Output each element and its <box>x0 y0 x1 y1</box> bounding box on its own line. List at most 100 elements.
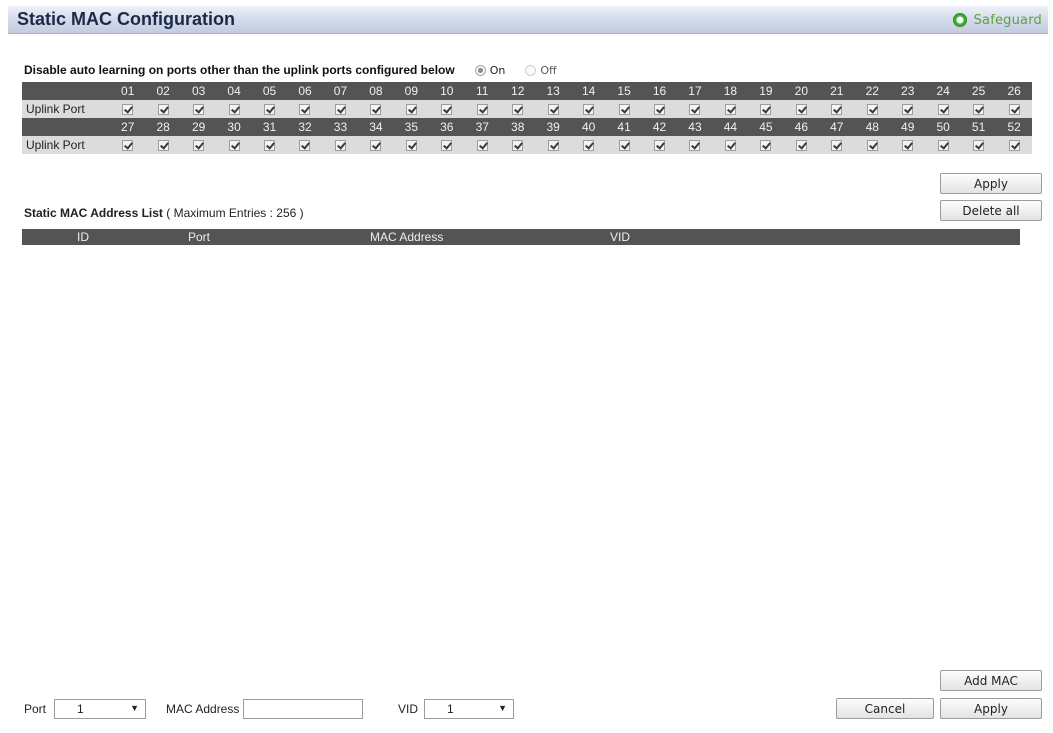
uplink-port-checkbox[interactable] <box>299 140 311 152</box>
uplink-port-checkbox[interactable] <box>795 104 807 116</box>
vid-select[interactable]: 1 ▼ <box>424 699 515 719</box>
uplink-port-cell <box>110 136 146 154</box>
auto-learning-off-option[interactable]: Off <box>525 64 557 77</box>
uplink-checkbox-row: Uplink Port <box>22 136 1032 154</box>
uplink-port-checkbox[interactable] <box>193 140 205 152</box>
uplink-port-checkbox[interactable] <box>405 104 417 116</box>
uplink-port-checkbox[interactable] <box>760 140 772 152</box>
uplink-port-checkbox[interactable] <box>937 104 949 116</box>
uplink-port-checkbox[interactable] <box>122 104 134 116</box>
port-number: 47 <box>819 118 855 136</box>
uplink-port-checkbox[interactable] <box>866 140 878 152</box>
uplink-port-checkbox[interactable] <box>902 104 914 116</box>
port-number: 17 <box>677 82 713 100</box>
uplink-port-cell <box>429 136 465 154</box>
uplink-port-checkbox[interactable] <box>299 104 311 116</box>
uplink-port-checkbox[interactable] <box>795 140 807 152</box>
uplink-port-checkbox[interactable] <box>583 104 595 116</box>
port-number: 12 <box>499 82 536 100</box>
uplink-port-checkbox[interactable] <box>724 140 736 152</box>
port-number: 27 <box>110 118 146 136</box>
uplink-port-cell <box>216 100 252 118</box>
uplink-port-checkbox[interactable] <box>1008 104 1020 116</box>
auto-learning-on-radio[interactable] <box>474 64 486 76</box>
port-number: 35 <box>393 118 430 136</box>
uplink-port-checkbox[interactable] <box>157 104 169 116</box>
uplink-port-checkbox[interactable] <box>902 140 914 152</box>
port-number: 49 <box>889 118 926 136</box>
port-number: 34 <box>358 118 394 136</box>
uplink-port-checkbox[interactable] <box>760 104 772 116</box>
uplink-port-checkbox[interactable] <box>264 140 276 152</box>
uplink-port-checkbox[interactable] <box>512 104 524 116</box>
uplink-port-checkbox[interactable] <box>618 140 630 152</box>
port-number: 04 <box>216 82 252 100</box>
uplink-port-checkbox[interactable] <box>583 140 595 152</box>
uplink-port-checkbox[interactable] <box>228 140 240 152</box>
uplink-port-checkbox[interactable] <box>689 104 701 116</box>
port-number: 48 <box>854 118 890 136</box>
uplink-port-checkbox[interactable] <box>547 140 559 152</box>
uplink-port-checkbox[interactable] <box>476 140 488 152</box>
uplink-port-checkbox[interactable] <box>264 104 276 116</box>
column-vid: VID <box>610 230 631 244</box>
auto-learning-on-option[interactable]: On <box>474 64 505 77</box>
uplink-port-checkbox[interactable] <box>937 140 949 152</box>
apply-uplink-button[interactable]: Apply <box>940 173 1042 194</box>
uplink-port-checkbox[interactable] <box>654 104 666 116</box>
uplink-port-checkbox[interactable] <box>512 140 524 152</box>
uplink-port-checkbox[interactable] <box>866 104 878 116</box>
uplink-port-cell <box>180 136 217 154</box>
apply-mac-button[interactable]: Apply <box>940 698 1042 719</box>
uplink-port-checkbox[interactable] <box>689 140 701 152</box>
mac-address-label: MAC Address <box>166 702 240 716</box>
uplink-port-checkbox[interactable] <box>973 140 985 152</box>
uplink-port-checkbox[interactable] <box>441 140 453 152</box>
add-mac-button[interactable]: Add MAC <box>940 670 1042 691</box>
uplink-port-checkbox[interactable] <box>334 104 346 116</box>
port-number: 38 <box>499 118 536 136</box>
uplink-port-label: Uplink Port <box>22 100 110 118</box>
uplink-port-checkbox[interactable] <box>973 104 985 116</box>
uplink-port-checkbox[interactable] <box>441 104 453 116</box>
uplink-port-checkbox[interactable] <box>1008 140 1020 152</box>
chevron-down-icon: ▼ <box>498 703 508 713</box>
cancel-button[interactable]: Cancel <box>836 698 934 719</box>
uplink-port-checkbox[interactable] <box>618 104 630 116</box>
uplink-port-checkbox[interactable] <box>405 140 417 152</box>
uplink-port-checkbox[interactable] <box>157 140 169 152</box>
mac-address-input[interactable] <box>243 699 364 719</box>
uplink-port-cell <box>464 100 500 118</box>
port-number: 20 <box>783 82 820 100</box>
port-select[interactable]: 1 ▼ <box>54 699 147 719</box>
delete-all-button[interactable]: Delete all <box>940 200 1042 221</box>
uplink-port-cell <box>783 100 820 118</box>
uplink-port-checkbox[interactable] <box>831 140 843 152</box>
uplink-port-cell <box>854 136 890 154</box>
uplink-port-cell <box>499 100 536 118</box>
uplink-port-cell <box>180 100 217 118</box>
port-number: 44 <box>712 118 749 136</box>
uplink-port-checkbox[interactable] <box>831 104 843 116</box>
uplink-checkbox-row: Uplink Port <box>22 100 1032 118</box>
uplink-port-cell <box>393 100 430 118</box>
uplink-port-checkbox[interactable] <box>370 140 382 152</box>
uplink-port-label: Uplink Port <box>22 136 110 154</box>
uplink-port-checkbox[interactable] <box>122 140 134 152</box>
port-number: 30 <box>216 118 252 136</box>
uplink-port-checkbox[interactable] <box>724 104 736 116</box>
port-number: 23 <box>889 82 926 100</box>
vid-label: VID <box>398 702 419 716</box>
uplink-port-checkbox[interactable] <box>228 104 240 116</box>
uplink-port-checkbox[interactable] <box>654 140 666 152</box>
auto-learning-label: Disable auto learning on ports other tha… <box>24 63 455 77</box>
uplink-port-cell <box>641 136 678 154</box>
port-number: 37 <box>464 118 500 136</box>
uplink-port-checkbox[interactable] <box>193 104 205 116</box>
uplink-port-checkbox[interactable] <box>334 140 346 152</box>
uplink-port-checkbox[interactable] <box>476 104 488 116</box>
uplink-port-checkbox[interactable] <box>547 104 559 116</box>
vid-field-group: VID 1 ▼ <box>398 698 515 720</box>
auto-learning-off-radio[interactable] <box>525 64 537 76</box>
uplink-port-checkbox[interactable] <box>370 104 382 116</box>
